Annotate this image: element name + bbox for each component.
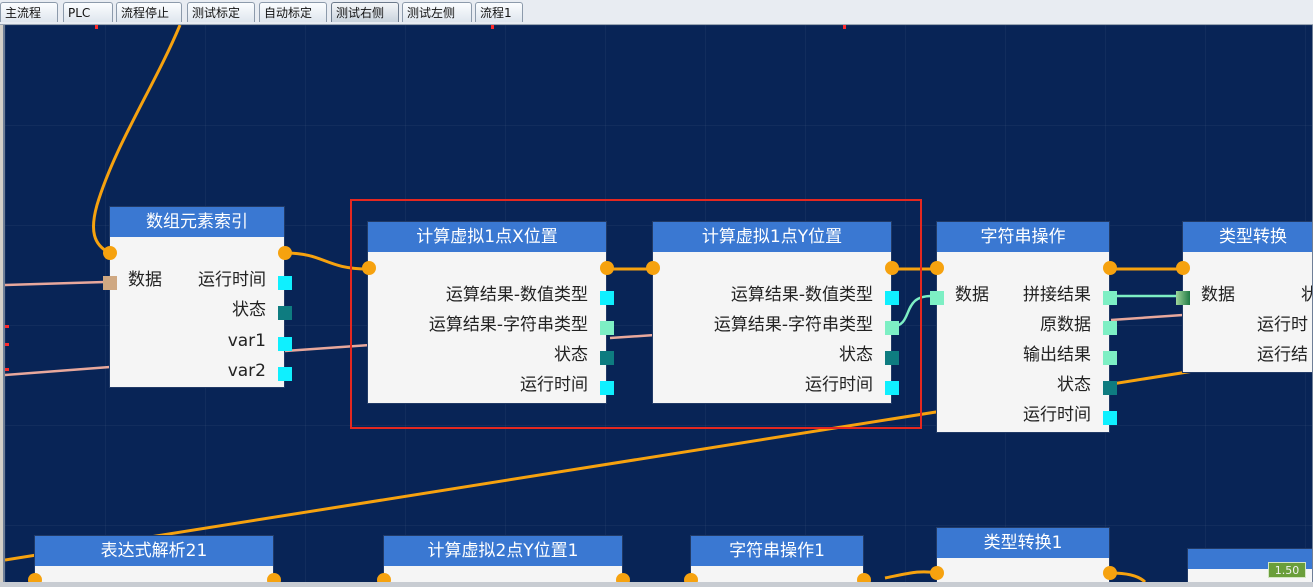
var2-out-port[interactable] (278, 367, 292, 381)
node-title: 计算虚拟2点Y位置1 (384, 536, 622, 566)
selection-rectangle (350, 199, 922, 429)
node-title: 表达式解析21 (35, 536, 273, 566)
node-title: 类型转换 (1183, 222, 1312, 252)
node-array-element-index[interactable]: 数组元素索引 数据 运行时间 状态 var1 var2 (110, 207, 284, 387)
tab-label: 自动标定 (264, 6, 313, 20)
port-label: var2 (227, 361, 266, 381)
edge-marker (5, 343, 9, 346)
tab-test-right[interactable]: 测试右侧 (331, 2, 399, 22)
status-out-port[interactable] (1103, 381, 1117, 395)
port-label: var1 (227, 331, 266, 351)
edge-marker (5, 325, 9, 328)
port-label: 状 (1301, 284, 1312, 306)
port-label: 数据 (128, 270, 162, 290)
tab-label: 测试标定 (192, 6, 241, 20)
tab-label: 流程停止 (121, 6, 170, 20)
zoom-indicator: 1.50 (1268, 562, 1306, 578)
data-in-port[interactable] (930, 291, 944, 305)
flow-in-port[interactable] (930, 261, 944, 275)
port-label: 数据 (1201, 285, 1235, 305)
node-string-operation[interactable]: 字符串操作 数据 拼接结果 原数据 输出结果 状态 运行时间 (937, 222, 1109, 432)
tab-label: PLC (68, 6, 91, 20)
status-out-port[interactable] (278, 306, 292, 320)
flow-canvas[interactable]: 数组元素索引 数据 运行时间 状态 var1 var2 计算虚拟1点X位置 运算… (3, 25, 1313, 582)
data-wire (5, 365, 111, 377)
port-label: 原数据 (1040, 315, 1091, 335)
node-string-operation-1[interactable]: 字符串操作1 (691, 536, 863, 582)
tab-label: 主流程 (5, 6, 42, 20)
port-label: 数据 (955, 285, 989, 305)
bottom-scrollbar[interactable] (0, 582, 1313, 587)
port-label: 运行时间 (1023, 405, 1091, 425)
tab-auto-calibration[interactable]: 自动标定 (259, 2, 327, 22)
flow-out-port[interactable] (1103, 566, 1117, 580)
node-type-convert[interactable]: 类型转换 数据 状 运行时 运行结 (1183, 222, 1312, 372)
port-label: 运行结 (1257, 345, 1308, 365)
node-title: 数组元素索引 (110, 207, 284, 237)
port-label: 状态 (232, 300, 266, 320)
flow-in-port[interactable] (28, 573, 42, 582)
edge-marker (95, 25, 98, 29)
tab-main-flow[interactable]: 主流程 (0, 2, 58, 22)
flow-in-port[interactable] (103, 246, 117, 260)
tab-label: 测试右侧 (336, 6, 385, 20)
edge-marker (843, 25, 846, 29)
flow-out-port[interactable] (278, 246, 292, 260)
document-tab-bar: 主流程 PLC 流程停止 测试标定 自动标定 测试右侧 测试左侧 流程1 (0, 0, 1313, 25)
data-in-port[interactable] (1176, 291, 1190, 305)
result-out-port[interactable] (1103, 351, 1117, 365)
flow-out-port[interactable] (267, 573, 281, 582)
flow-out-port[interactable] (857, 573, 871, 582)
node-title: 字符串操作1 (691, 536, 863, 566)
tab-flow-stop[interactable]: 流程停止 (116, 2, 182, 22)
edge-marker (5, 368, 9, 371)
node-type-convert-1[interactable]: 类型转换1 (937, 528, 1109, 582)
edge-marker (491, 25, 494, 29)
tab-plc[interactable]: PLC (63, 2, 113, 22)
tab-label: 流程1 (480, 6, 512, 20)
tab-test-left[interactable]: 测试左侧 (402, 2, 472, 22)
runtime-out-port[interactable] (278, 276, 292, 290)
tab-test-calibration[interactable]: 测试标定 (187, 2, 255, 22)
node-title: 类型转换1 (937, 528, 1109, 558)
tab-flow1[interactable]: 流程1 (475, 2, 523, 22)
data-in-port[interactable] (103, 276, 117, 290)
runtime-out-port[interactable] (1103, 411, 1117, 425)
tab-label: 测试左侧 (407, 6, 456, 20)
node-calc-virtual-2-y-1[interactable]: 计算虚拟2点Y位置1 (384, 536, 622, 582)
port-label: 状态 (1057, 375, 1091, 395)
flow-out-port[interactable] (1103, 261, 1117, 275)
flow-in-port[interactable] (684, 573, 698, 582)
join-out-port[interactable] (1103, 291, 1117, 305)
flow-in-port[interactable] (1176, 261, 1190, 275)
node-expression-parse-21[interactable]: 表达式解析21 (35, 536, 273, 582)
raw-out-port[interactable] (1103, 321, 1117, 335)
flow-in-port[interactable] (930, 566, 944, 580)
port-label: 运行时间 (198, 270, 266, 290)
node-title: 字符串操作 (937, 222, 1109, 252)
port-label: 输出结果 (1023, 345, 1091, 365)
data-wire (1110, 313, 1184, 322)
flow-out-port[interactable] (616, 573, 630, 582)
port-label: 运行时 (1257, 315, 1308, 335)
port-label: 拼接结果 (1023, 285, 1091, 305)
var1-out-port[interactable] (278, 337, 292, 351)
flow-in-port[interactable] (377, 573, 391, 582)
data-wire (5, 280, 106, 287)
